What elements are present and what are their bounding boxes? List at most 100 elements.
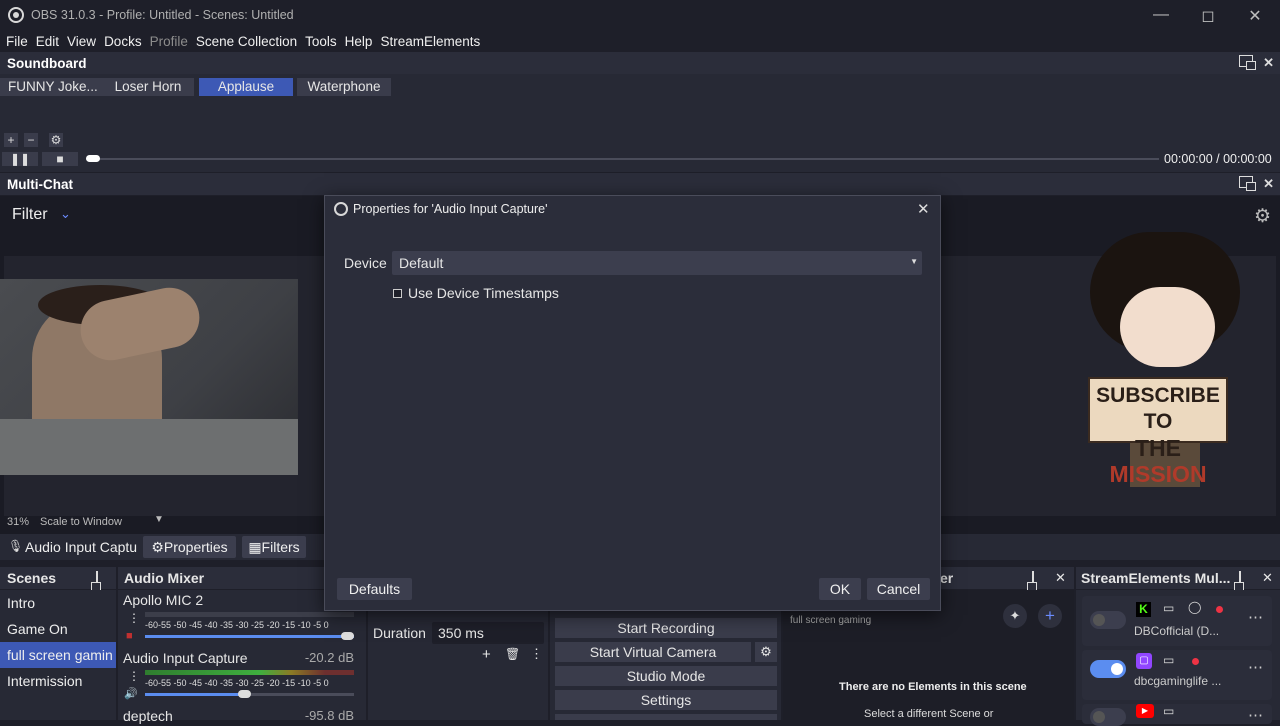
webcam-image	[0, 279, 298, 475]
close-icon[interactable]: ✕	[917, 200, 930, 218]
exit-button[interactable]	[555, 714, 777, 720]
menu-file[interactable]: File	[6, 34, 28, 49]
device-label: Device	[344, 255, 387, 271]
empty-message: There are no Elements in this scene	[839, 681, 1027, 693]
live-dot-icon	[1192, 658, 1199, 665]
channel-db: -20.2 dB	[304, 650, 354, 665]
start-virtual-camera-button[interactable]: Start Virtual Camera	[555, 642, 751, 662]
float-dock-icon[interactable]	[96, 571, 98, 588]
window-title: OBS 31.0.3 - Profile: Untitled - Scenes:…	[31, 8, 294, 22]
account-row: ▢ ▭ dbcgaminglife ... ⋯	[1082, 650, 1272, 700]
volume-slider[interactable]	[145, 693, 245, 696]
float-dock-icon[interactable]	[1239, 571, 1241, 588]
se-multistream-dock: K ▭ ◯ DBCofficial (D... ⋯ ▢ ▭ dbcgamingl…	[1076, 590, 1280, 726]
zoom-level: 31%	[7, 516, 30, 528]
menu-profile[interactable]: Profile	[150, 34, 188, 49]
account-toggle[interactable]	[1090, 708, 1126, 726]
menu-view[interactable]: View	[67, 34, 96, 49]
slider-handle[interactable]	[86, 155, 100, 162]
soundboard-dock: FUNNY Joke... Loser Horn Applause Waterp…	[0, 74, 1280, 172]
close-icon[interactable]: ✕	[1245, 6, 1265, 26]
start-recording-button[interactable]: Start Recording	[555, 618, 777, 638]
more-icon[interactable]: ⋯	[1248, 706, 1263, 724]
meter-scale: -60-55 -50 -45 -40 -35 -30 -25 -20 -15 -…	[145, 620, 329, 630]
cancel-button[interactable]: Cancel	[867, 578, 930, 600]
dock-title: Audio Mixer	[124, 570, 205, 586]
gear-icon[interactable]: ⚙	[1254, 205, 1271, 228]
close-dock-icon[interactable]: ✕	[1263, 176, 1274, 192]
more-icon[interactable]: ⋯	[1248, 658, 1263, 676]
sound-button[interactable]: FUNNY Joke...	[0, 78, 106, 96]
sparkle-icon[interactable]: ✦	[1003, 604, 1027, 628]
playback-slider[interactable]	[86, 158, 1159, 160]
menu-bar: File Edit View Docks Profile Scene Colle…	[0, 30, 1280, 52]
scenes-list: Intro Game On full screen gamin Intermis…	[0, 590, 116, 720]
add-icon[interactable]: +	[1038, 604, 1062, 628]
remove-icon[interactable]: −	[24, 133, 38, 147]
empty-hint: Select a different Scene or	[864, 708, 994, 720]
dropdown-arrow-icon[interactable]: ▼	[154, 514, 164, 525]
slider-handle[interactable]	[341, 632, 354, 640]
twitch-icon: ▢	[1136, 653, 1152, 669]
scene-item-selected[interactable]: full screen gamin	[0, 642, 116, 668]
scene-item[interactable]: Intermission	[0, 668, 116, 694]
defaults-button[interactable]: Defaults	[337, 578, 412, 600]
checkbox-label[interactable]: Use Device Timestamps	[408, 285, 559, 301]
slider-handle[interactable]	[238, 690, 251, 698]
menu-docks[interactable]: Docks	[104, 34, 142, 49]
ok-button[interactable]: OK	[819, 578, 861, 600]
volume-meter	[145, 612, 354, 617]
menu-streamelements[interactable]: StreamElements	[380, 34, 480, 49]
monitor-icon: ▭	[1163, 601, 1175, 615]
menu-scene-collection[interactable]: Scene Collection	[196, 34, 297, 49]
studio-mode-button[interactable]: Studio Mode	[555, 666, 777, 686]
float-dock-icon[interactable]	[1032, 571, 1034, 588]
trash-icon[interactable]: 🗑	[505, 647, 520, 661]
gear-icon[interactable]: ⚙	[755, 642, 777, 662]
kick-icon: K	[1136, 602, 1151, 617]
close-dock-icon[interactable]: ✕	[1262, 570, 1273, 586]
microphone-icon: 🎙	[8, 539, 24, 553]
more-icon[interactable]: ⋯	[1248, 608, 1263, 626]
scene-item[interactable]: Intro	[0, 590, 116, 616]
menu-help[interactable]: Help	[345, 34, 373, 49]
kebab-menu-icon[interactable]: ⋮	[530, 646, 543, 662]
meter-scale: -60-55 -50 -45 -40 -35 -30 -25 -20 -15 -…	[145, 678, 329, 688]
maximize-icon[interactable]: ◻	[1198, 6, 1218, 26]
dropdown-arrow-icon: ▼	[910, 257, 918, 266]
sound-button[interactable]: Loser Horn	[102, 78, 194, 96]
minimize-icon[interactable]: —	[1151, 6, 1171, 24]
scene-item[interactable]: Game On	[0, 616, 116, 642]
speaker-icon[interactable]: 🔊	[124, 687, 138, 700]
close-dock-icon[interactable]: ✕	[1055, 570, 1066, 586]
account-toggle[interactable]	[1090, 660, 1126, 678]
float-dock-icon[interactable]	[1239, 176, 1257, 191]
sound-button-active[interactable]: Applause	[199, 78, 293, 96]
gear-icon[interactable]: ⚙	[49, 133, 63, 147]
filters-button[interactable]: ▦Filters	[242, 536, 306, 558]
stop-icon[interactable]: ■	[42, 152, 78, 166]
float-dock-icon[interactable]	[1239, 55, 1257, 70]
add-icon[interactable]: +	[4, 133, 18, 147]
duration-spinbox[interactable]: 350 ms	[432, 622, 544, 644]
menu-edit[interactable]: Edit	[36, 34, 59, 49]
account-toggle[interactable]	[1090, 611, 1126, 629]
chevron-down-icon[interactable]: ⌄	[60, 206, 71, 222]
muted-speaker-icon[interactable]: ■	[126, 630, 133, 642]
pause-icon[interactable]: ❚❚	[2, 152, 38, 166]
se-multistream-dock-header: StreamElements Mul... ✕	[1076, 567, 1280, 589]
scale-mode[interactable]: Scale to Window	[40, 516, 122, 528]
device-select[interactable]: Default ▼	[392, 251, 922, 275]
sound-button[interactable]: Waterphone	[297, 78, 391, 96]
properties-button[interactable]: ⚙Properties	[143, 536, 236, 558]
menu-tools[interactable]: Tools	[305, 34, 337, 49]
kebab-menu-icon[interactable]: ⋮	[128, 611, 140, 625]
add-icon[interactable]: +	[482, 646, 491, 663]
volume-slider[interactable]	[145, 635, 354, 638]
close-dock-icon[interactable]: ✕	[1263, 55, 1274, 71]
kebab-menu-icon[interactable]: ⋮	[128, 669, 140, 683]
timestamps-checkbox[interactable]	[393, 289, 402, 298]
filter-label[interactable]: Filter	[12, 206, 48, 224]
dialog-title: Properties for 'Audio Input Capture'	[353, 202, 548, 216]
settings-button[interactable]: Settings	[555, 690, 777, 710]
